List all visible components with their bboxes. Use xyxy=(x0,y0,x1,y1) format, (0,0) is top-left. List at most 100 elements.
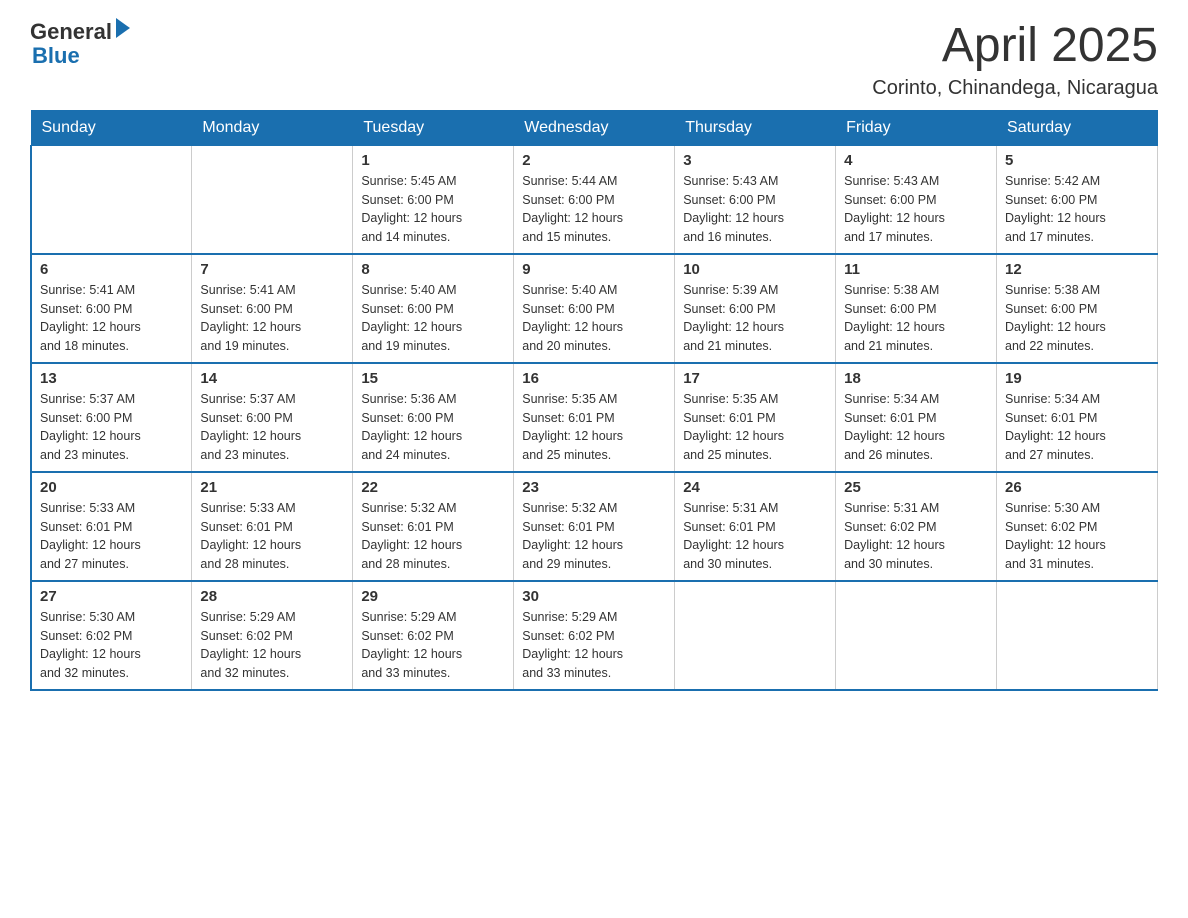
day-info: Sunrise: 5:37 AM Sunset: 6:00 PM Dayligh… xyxy=(40,390,183,465)
day-info: Sunrise: 5:42 AM Sunset: 6:00 PM Dayligh… xyxy=(1005,172,1149,247)
calendar-cell: 27 Sunrise: 5:30 AM Sunset: 6:02 PM Dayli… xyxy=(31,581,192,690)
calendar-cell: 21 Sunrise: 5:33 AM Sunset: 6:01 PM Dayli… xyxy=(192,472,353,581)
calendar-cell: 2 Sunrise: 5:44 AM Sunset: 6:00 PM Daylig… xyxy=(514,145,675,254)
day-info: Sunrise: 5:30 AM Sunset: 6:02 PM Dayligh… xyxy=(40,608,183,683)
calendar-cell: 14 Sunrise: 5:37 AM Sunset: 6:00 PM Dayli… xyxy=(192,363,353,472)
day-info: Sunrise: 5:43 AM Sunset: 6:00 PM Dayligh… xyxy=(683,172,827,247)
day-info: Sunrise: 5:41 AM Sunset: 6:00 PM Dayligh… xyxy=(200,281,344,356)
calendar-cell: 13 Sunrise: 5:37 AM Sunset: 6:00 PM Dayli… xyxy=(31,363,192,472)
day-number: 11 xyxy=(844,261,988,278)
day-number: 21 xyxy=(200,479,344,496)
calendar-cell: 24 Sunrise: 5:31 AM Sunset: 6:01 PM Dayli… xyxy=(675,472,836,581)
calendar-cell xyxy=(31,145,192,254)
day-info: Sunrise: 5:40 AM Sunset: 6:00 PM Dayligh… xyxy=(522,281,666,356)
day-number: 16 xyxy=(522,370,666,387)
calendar-cell: 3 Sunrise: 5:43 AM Sunset: 6:00 PM Daylig… xyxy=(675,145,836,254)
day-number: 22 xyxy=(361,479,505,496)
calendar-cell xyxy=(192,145,353,254)
day-number: 28 xyxy=(200,588,344,605)
calendar-cell: 11 Sunrise: 5:38 AM Sunset: 6:00 PM Dayli… xyxy=(836,254,997,363)
day-info: Sunrise: 5:41 AM Sunset: 6:00 PM Dayligh… xyxy=(40,281,183,356)
page-header: General Blue April 2025 Corinto, Chinand… xyxy=(30,20,1158,100)
calendar-cell: 5 Sunrise: 5:42 AM Sunset: 6:00 PM Daylig… xyxy=(997,145,1158,254)
weekday-header-row: SundayMondayTuesdayWednesdayThursdayFrid… xyxy=(31,110,1158,145)
calendar-cell: 16 Sunrise: 5:35 AM Sunset: 6:01 PM Dayli… xyxy=(514,363,675,472)
day-info: Sunrise: 5:36 AM Sunset: 6:00 PM Dayligh… xyxy=(361,390,505,465)
calendar-cell: 10Sunrise: 5:39 AM Sunset: 6:00 PM Dayli… xyxy=(675,254,836,363)
calendar-subtitle: Corinto, Chinandega, Nicaragua xyxy=(872,77,1158,100)
day-number: 17 xyxy=(683,370,827,387)
weekday-header: Wednesday xyxy=(514,110,675,145)
weekday-header: Friday xyxy=(836,110,997,145)
day-info: Sunrise: 5:32 AM Sunset: 6:01 PM Dayligh… xyxy=(522,499,666,574)
calendar-week-row: 6 Sunrise: 5:41 AM Sunset: 6:00 PM Daylig… xyxy=(31,254,1158,363)
day-number: 27 xyxy=(40,588,183,605)
calendar-cell: 22Sunrise: 5:32 AM Sunset: 6:01 PM Dayli… xyxy=(353,472,514,581)
day-number: 26 xyxy=(1005,479,1149,496)
calendar-cell xyxy=(675,581,836,690)
day-info: Sunrise: 5:29 AM Sunset: 6:02 PM Dayligh… xyxy=(200,608,344,683)
calendar-cell: 29 Sunrise: 5:29 AM Sunset: 6:02 PM Dayli… xyxy=(353,581,514,690)
day-number: 20 xyxy=(40,479,183,496)
day-number: 8 xyxy=(361,261,505,278)
day-number: 2 xyxy=(522,152,666,169)
day-number: 18 xyxy=(844,370,988,387)
calendar-cell: 19Sunrise: 5:34 AM Sunset: 6:01 PM Dayli… xyxy=(997,363,1158,472)
day-number: 15 xyxy=(361,370,505,387)
day-info: Sunrise: 5:40 AM Sunset: 6:00 PM Dayligh… xyxy=(361,281,505,356)
calendar-title: April 2025 xyxy=(872,20,1158,73)
calendar-cell: 8 Sunrise: 5:40 AM Sunset: 6:00 PM Daylig… xyxy=(353,254,514,363)
day-number: 14 xyxy=(200,370,344,387)
day-number: 12 xyxy=(1005,261,1149,278)
calendar-cell: 25Sunrise: 5:31 AM Sunset: 6:02 PM Dayli… xyxy=(836,472,997,581)
day-number: 9 xyxy=(522,261,666,278)
calendar-cell: 12Sunrise: 5:38 AM Sunset: 6:00 PM Dayli… xyxy=(997,254,1158,363)
day-info: Sunrise: 5:38 AM Sunset: 6:00 PM Dayligh… xyxy=(844,281,988,356)
day-number: 7 xyxy=(200,261,344,278)
day-number: 29 xyxy=(361,588,505,605)
day-number: 5 xyxy=(1005,152,1149,169)
day-info: Sunrise: 5:35 AM Sunset: 6:01 PM Dayligh… xyxy=(683,390,827,465)
day-info: Sunrise: 5:30 AM Sunset: 6:02 PM Dayligh… xyxy=(1005,499,1149,574)
day-info: Sunrise: 5:31 AM Sunset: 6:01 PM Dayligh… xyxy=(683,499,827,574)
calendar-cell: 9 Sunrise: 5:40 AM Sunset: 6:00 PM Daylig… xyxy=(514,254,675,363)
day-info: Sunrise: 5:35 AM Sunset: 6:01 PM Dayligh… xyxy=(522,390,666,465)
day-info: Sunrise: 5:37 AM Sunset: 6:00 PM Dayligh… xyxy=(200,390,344,465)
calendar-cell: 23Sunrise: 5:32 AM Sunset: 6:01 PM Dayli… xyxy=(514,472,675,581)
calendar-week-row: 27 Sunrise: 5:30 AM Sunset: 6:02 PM Dayli… xyxy=(31,581,1158,690)
calendar-cell: 15 Sunrise: 5:36 AM Sunset: 6:00 PM Dayli… xyxy=(353,363,514,472)
day-info: Sunrise: 5:33 AM Sunset: 6:01 PM Dayligh… xyxy=(40,499,183,574)
logo-arrow-icon xyxy=(116,18,130,38)
calendar-cell xyxy=(836,581,997,690)
weekday-header: Saturday xyxy=(997,110,1158,145)
day-number: 13 xyxy=(40,370,183,387)
logo-text-general: General xyxy=(30,20,112,44)
calendar-cell: 7 Sunrise: 5:41 AM Sunset: 6:00 PM Daylig… xyxy=(192,254,353,363)
day-info: Sunrise: 5:43 AM Sunset: 6:00 PM Dayligh… xyxy=(844,172,988,247)
calendar-week-row: 13 Sunrise: 5:37 AM Sunset: 6:00 PM Dayli… xyxy=(31,363,1158,472)
day-number: 6 xyxy=(40,261,183,278)
day-info: Sunrise: 5:33 AM Sunset: 6:01 PM Dayligh… xyxy=(200,499,344,574)
day-number: 4 xyxy=(844,152,988,169)
calendar-week-row: 20 Sunrise: 5:33 AM Sunset: 6:01 PM Dayli… xyxy=(31,472,1158,581)
day-number: 19 xyxy=(1005,370,1149,387)
day-number: 30 xyxy=(522,588,666,605)
calendar-cell: 28 Sunrise: 5:29 AM Sunset: 6:02 PM Dayli… xyxy=(192,581,353,690)
calendar-cell: 6 Sunrise: 5:41 AM Sunset: 6:00 PM Daylig… xyxy=(31,254,192,363)
day-info: Sunrise: 5:29 AM Sunset: 6:02 PM Dayligh… xyxy=(361,608,505,683)
calendar-cell: 4 Sunrise: 5:43 AM Sunset: 6:00 PM Daylig… xyxy=(836,145,997,254)
day-info: Sunrise: 5:44 AM Sunset: 6:00 PM Dayligh… xyxy=(522,172,666,247)
title-block: April 2025 Corinto, Chinandega, Nicaragu… xyxy=(872,20,1158,100)
calendar-cell: 26 Sunrise: 5:30 AM Sunset: 6:02 PM Dayli… xyxy=(997,472,1158,581)
calendar-cell xyxy=(997,581,1158,690)
day-number: 24 xyxy=(683,479,827,496)
calendar-cell: 20 Sunrise: 5:33 AM Sunset: 6:01 PM Dayli… xyxy=(31,472,192,581)
day-number: 10 xyxy=(683,261,827,278)
calendar-table: SundayMondayTuesdayWednesdayThursdayFrid… xyxy=(30,110,1158,691)
weekday-header: Tuesday xyxy=(353,110,514,145)
calendar-cell: 17 Sunrise: 5:35 AM Sunset: 6:01 PM Dayli… xyxy=(675,363,836,472)
day-number: 1 xyxy=(361,152,505,169)
calendar-cell: 1Sunrise: 5:45 AM Sunset: 6:00 PM Daylig… xyxy=(353,145,514,254)
weekday-header: Thursday xyxy=(675,110,836,145)
day-number: 3 xyxy=(683,152,827,169)
